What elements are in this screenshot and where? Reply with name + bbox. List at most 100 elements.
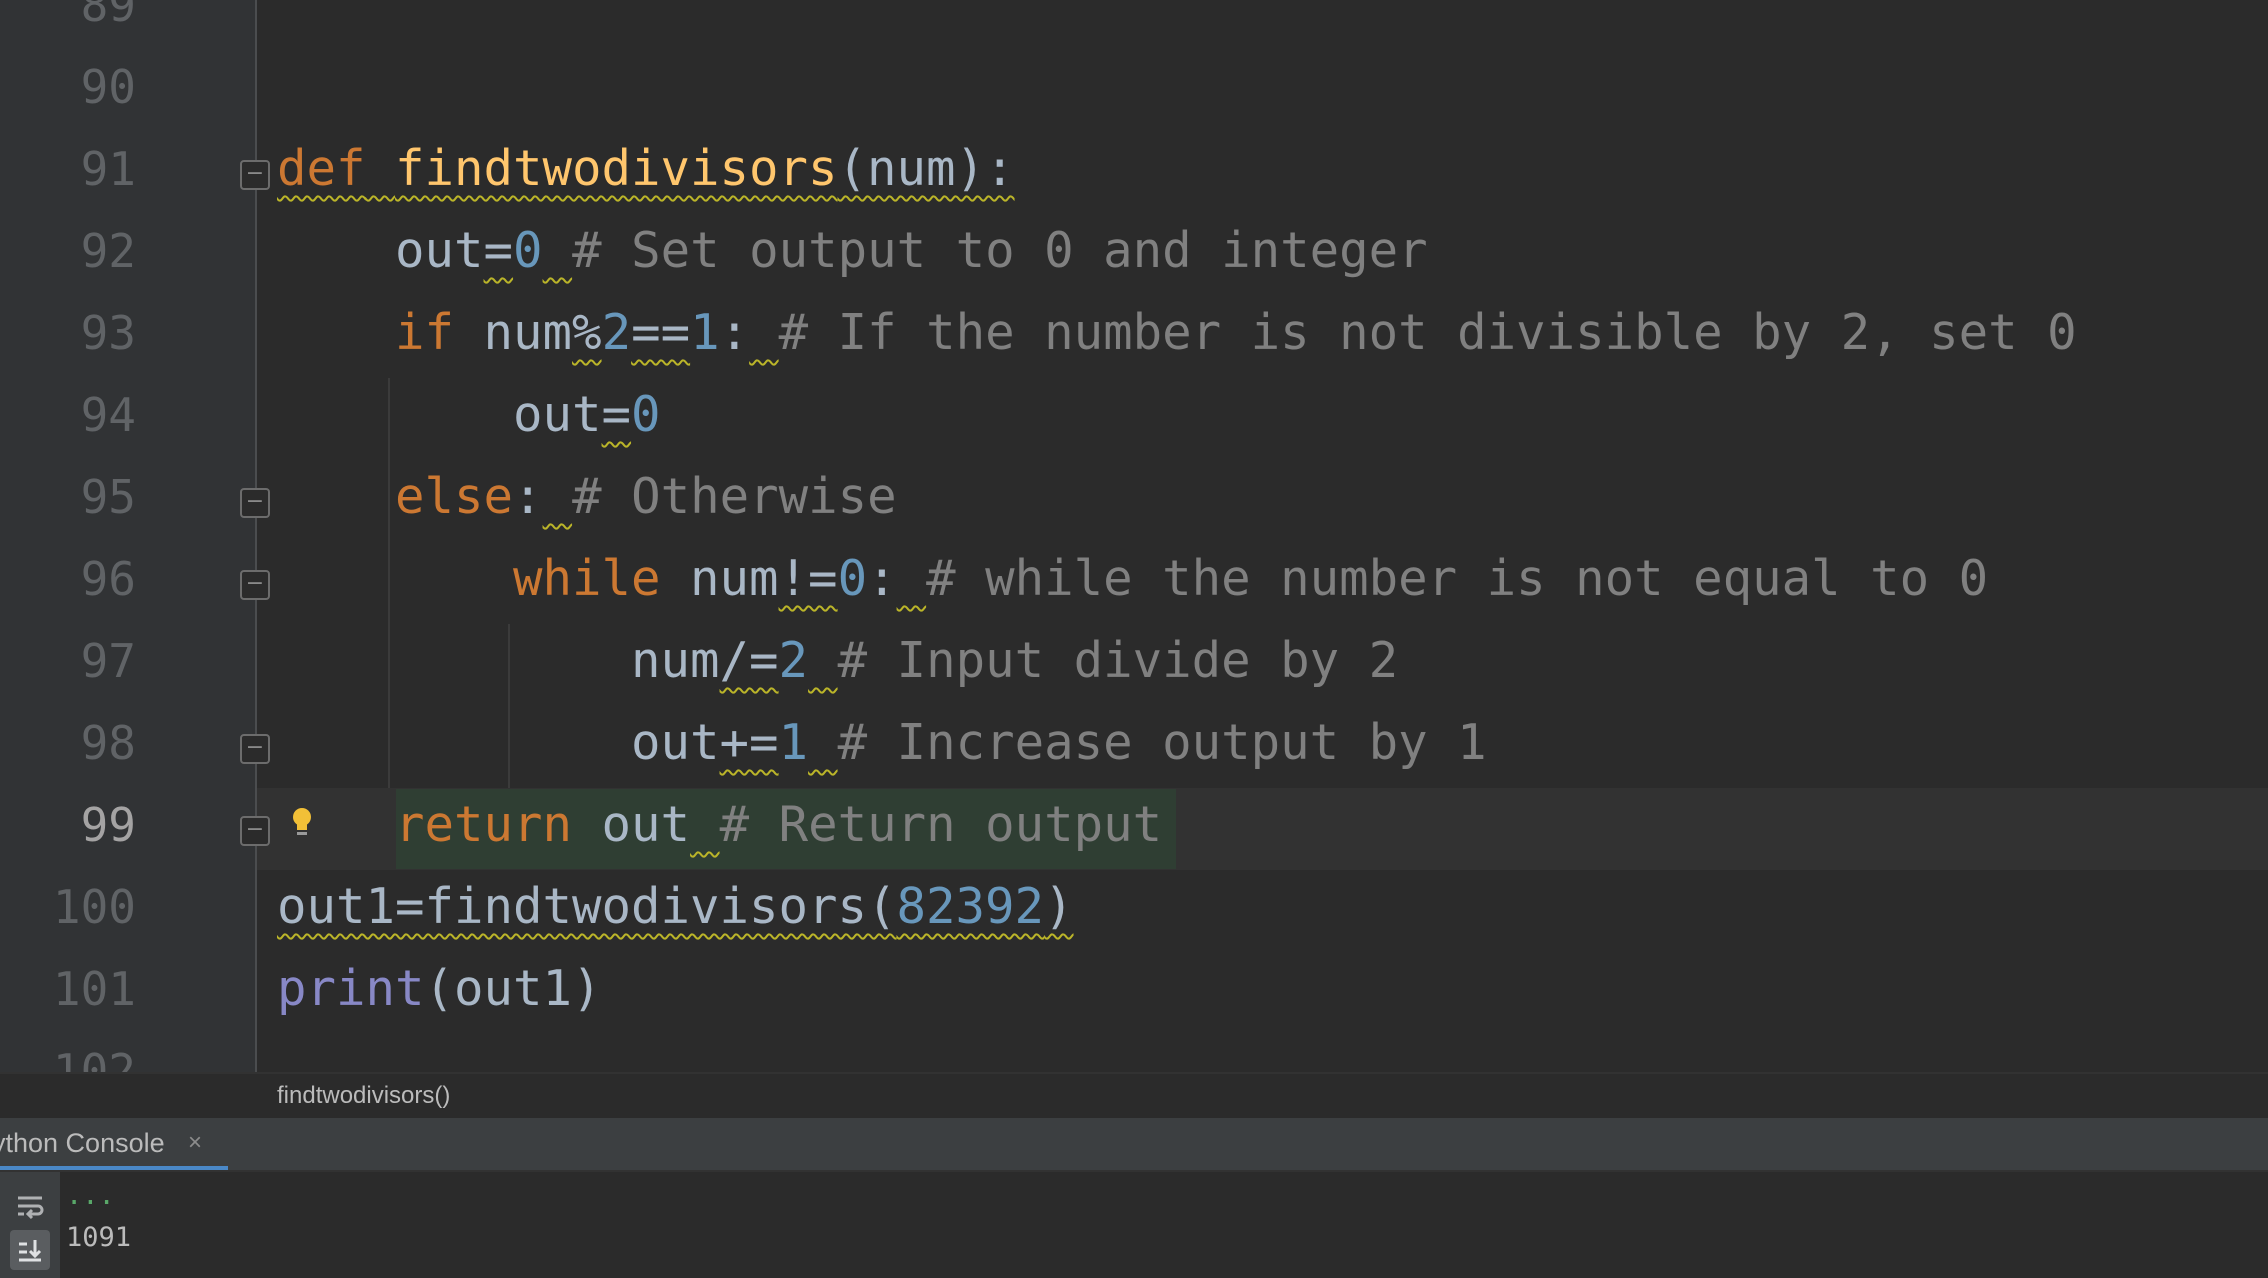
code-token: ) <box>1044 878 1074 935</box>
code-token: # If the number is not divisible by 2, s… <box>778 304 2077 361</box>
code-token: 0 <box>631 386 661 443</box>
fold-collapse-icon[interactable]: − <box>240 160 270 190</box>
code-token: # while the number is not equal to 0 <box>926 550 1989 607</box>
code-token: out <box>631 714 720 771</box>
code-token: : <box>513 468 543 525</box>
code-line[interactable]: while num!=0: # while the number is not … <box>277 538 1988 620</box>
code-token: if <box>395 304 455 361</box>
fold-collapse-icon[interactable]: − <box>240 488 270 518</box>
code-token: # Input divide by 2 <box>837 632 1399 689</box>
console-prompt: ... <box>66 1180 115 1211</box>
code-line[interactable]: out+=1 # Increase output by 1 <box>277 702 1487 784</box>
code-token: (out1) <box>424 960 602 1017</box>
code-line[interactable]: def findtwodivisors(num): <box>277 128 1015 210</box>
code-token: : <box>719 304 750 361</box>
code-token: while <box>513 550 661 607</box>
code-token: 0 <box>513 222 543 279</box>
code-token: 1 <box>778 714 809 771</box>
code-token: # Increase output by 1 <box>837 714 1487 771</box>
fold-collapse-icon[interactable]: − <box>240 570 270 600</box>
code-token: % <box>572 304 602 361</box>
code-token: 2 <box>601 304 632 361</box>
code-line[interactable]: return out # Return output <box>277 784 1162 866</box>
fold-end-icon[interactable]: − <box>240 816 270 846</box>
code-line[interactable]: out1=findtwodivisors(82392) <box>277 866 1074 948</box>
code-token: # Set output to 0 and integer <box>572 222 1428 279</box>
line-number: 95 <box>80 470 136 524</box>
scroll-to-end-icon[interactable] <box>10 1230 50 1270</box>
console-output: 1091 <box>66 1222 132 1253</box>
line-number: 94 <box>80 388 136 442</box>
code-line[interactable]: else: # Otherwise <box>277 456 897 538</box>
line-number: 97 <box>80 634 136 688</box>
code-line[interactable]: out=0 # Set output to 0 and integer <box>277 210 1428 292</box>
tool-window-header: ython Console × <box>0 1118 2268 1172</box>
line-number: 101 <box>52 962 136 1016</box>
line-number: 96 <box>80 552 136 606</box>
tab-python-console[interactable]: ython Console × <box>0 1118 228 1170</box>
code-token: 82392 <box>896 878 1045 935</box>
line-number: 92 <box>80 224 136 278</box>
code-token: # Return output <box>719 796 1163 853</box>
code-line[interactable]: if num%2==1: # If the number is not divi… <box>277 292 2077 374</box>
tool-window-strip <box>0 0 40 1072</box>
code-token: 2 <box>778 632 809 689</box>
code-token: : <box>867 550 897 607</box>
code-token: 1 <box>690 304 720 361</box>
code-line[interactable]: print(out1) <box>277 948 602 1030</box>
code-token: def <box>277 140 366 197</box>
line-number: 102 <box>52 1044 136 1072</box>
code-token: num <box>631 632 720 689</box>
code-token: # Otherwise <box>572 468 897 525</box>
line-number: 90 <box>80 60 136 114</box>
tab-label: ython Console <box>0 1128 165 1158</box>
code-token: /= <box>719 632 779 689</box>
code-token: != <box>778 550 838 607</box>
code-token: out <box>513 386 602 443</box>
code-token: = <box>601 386 632 443</box>
console-panel[interactable]: ... 1091 <box>0 1172 2268 1278</box>
code-token: return <box>395 796 573 853</box>
line-number: 89 <box>80 0 136 32</box>
code-token: num <box>454 304 573 361</box>
console-toolbar <box>0 1172 60 1278</box>
code-token: += <box>719 714 779 771</box>
code-line[interactable]: out=0 <box>277 374 661 456</box>
code-line[interactable]: num/=2 # Input divide by 2 <box>277 620 1398 702</box>
code-token: 0 <box>837 550 868 607</box>
breadcrumb[interactable]: findtwodivisors() <box>0 1072 2268 1120</box>
soft-wrap-icon[interactable] <box>10 1186 50 1226</box>
fold-end-icon[interactable]: − <box>240 734 270 764</box>
close-icon[interactable]: × <box>188 1118 202 1168</box>
code-token: print <box>277 960 425 1017</box>
indent-guide <box>508 624 510 788</box>
indent-guide <box>388 378 390 788</box>
code-token: out <box>395 222 484 279</box>
code-editor[interactable]: 89 90 91 92 93 94 95 96 97 98 99 100 101 102 def find… <box>0 0 2268 1072</box>
code-token: else <box>395 468 514 525</box>
code-token: num <box>660 550 779 607</box>
code-token: = <box>483 222 514 279</box>
breadcrumb-item[interactable]: findtwodivisors() <box>277 1082 450 1110</box>
code-token: findtwodivisors <box>395 140 838 197</box>
code-token: == <box>631 304 691 361</box>
line-number: 99 <box>80 798 136 852</box>
line-number: 93 <box>80 306 136 360</box>
line-number: 91 <box>80 142 136 196</box>
lightbulb-icon[interactable] <box>290 805 314 841</box>
code-token: out1=findtwodivisors( <box>277 878 897 935</box>
